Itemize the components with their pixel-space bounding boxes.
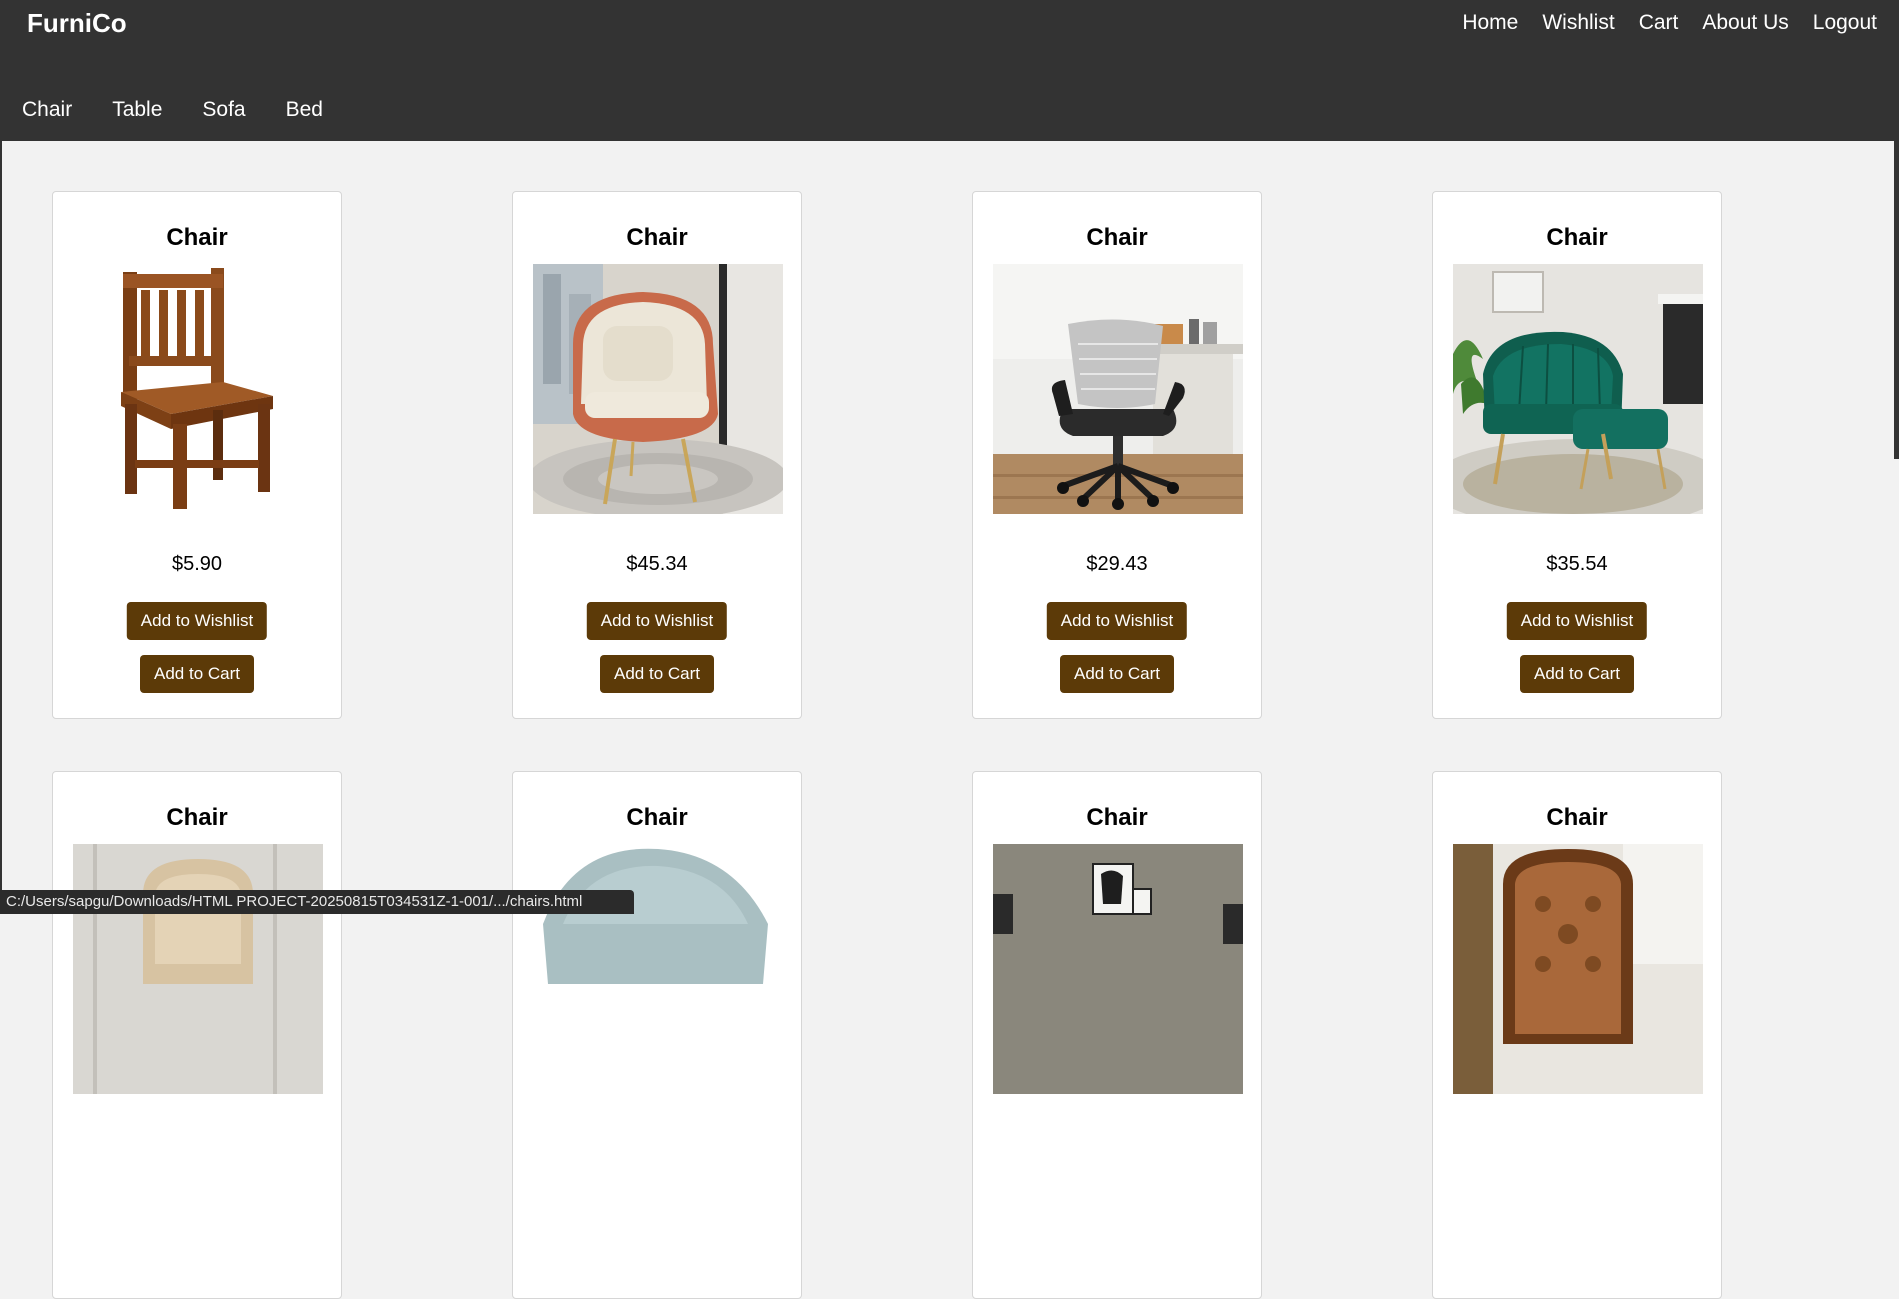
product-price: $29.43 — [973, 553, 1261, 576]
category-sofa-link[interactable]: Sofa — [190, 98, 257, 122]
add-to-wishlist-button[interactable]: Add to Wishlist — [587, 602, 727, 640]
add-to-cart-button[interactable]: Add to Cart — [1060, 655, 1174, 693]
site-header: FurniCo Home Wishlist Cart About Us Logo… — [0, 0, 1899, 141]
product-image-desk-chair-room — [993, 844, 1243, 1094]
product-title: Chair — [1433, 804, 1721, 832]
product-price: $5.90 — [53, 553, 341, 576]
scrollbar[interactable] — [1894, 84, 1899, 459]
product-title: Chair — [1433, 224, 1721, 252]
category-bed-link[interactable]: Bed — [274, 98, 335, 122]
product-image-beige-chair — [73, 844, 323, 1094]
add-to-cart-button[interactable]: Add to Cart — [1520, 655, 1634, 693]
product-card: Chair — [972, 191, 1262, 719]
product-image-gray-shell-chair — [533, 844, 783, 1094]
product-price: $35.54 — [1433, 553, 1721, 576]
product-title: Chair — [513, 224, 801, 252]
product-card: Chair — [52, 191, 342, 719]
category-table-link[interactable]: Table — [100, 98, 174, 122]
product-card: Chair — [512, 771, 802, 1299]
product-card: Chair — [1432, 191, 1722, 719]
nav-about-link[interactable]: About Us — [1690, 11, 1800, 35]
product-image-green-velvet-chair — [1453, 264, 1703, 514]
category-nav: Chair Table Sofa Bed — [10, 98, 351, 122]
product-image-ornate-chair — [1453, 844, 1703, 1094]
product-title: Chair — [53, 804, 341, 832]
product-image-armchair-cream — [533, 264, 783, 514]
add-to-cart-button[interactable]: Add to Cart — [140, 655, 254, 693]
nav-wishlist-link[interactable]: Wishlist — [1530, 11, 1626, 35]
add-to-wishlist-button[interactable]: Add to Wishlist — [1507, 602, 1647, 640]
product-title: Chair — [973, 804, 1261, 832]
product-image-wooden-chair — [73, 264, 323, 514]
product-title: Chair — [53, 224, 341, 252]
product-price: $45.34 — [513, 553, 801, 576]
brand-logo[interactable]: FurniCo — [27, 8, 127, 39]
add-to-wishlist-button[interactable]: Add to Wishlist — [1047, 602, 1187, 640]
add-to-wishlist-button[interactable]: Add to Wishlist — [127, 602, 267, 640]
add-to-cart-button[interactable]: Add to Cart — [600, 655, 714, 693]
product-card: Chair — [52, 771, 342, 1299]
page-border — [0, 141, 2, 914]
status-bar-url: C:/Users/sapgu/Downloads/HTML PROJECT-20… — [0, 890, 634, 914]
top-nav: Home Wishlist Cart About Us Logout — [1450, 11, 1889, 35]
product-title: Chair — [513, 804, 801, 832]
product-card: Chair — [1432, 771, 1722, 1299]
nav-home-link[interactable]: Home — [1450, 11, 1530, 35]
product-title: Chair — [973, 224, 1261, 252]
product-card: Chair — [972, 771, 1262, 1299]
product-image-office-chair — [993, 264, 1243, 514]
product-card: Chair $45.34 Add to Wish — [512, 191, 802, 719]
nav-logout-link[interactable]: Logout — [1801, 11, 1889, 35]
nav-cart-link[interactable]: Cart — [1627, 11, 1691, 35]
category-chair-link[interactable]: Chair — [10, 98, 84, 122]
